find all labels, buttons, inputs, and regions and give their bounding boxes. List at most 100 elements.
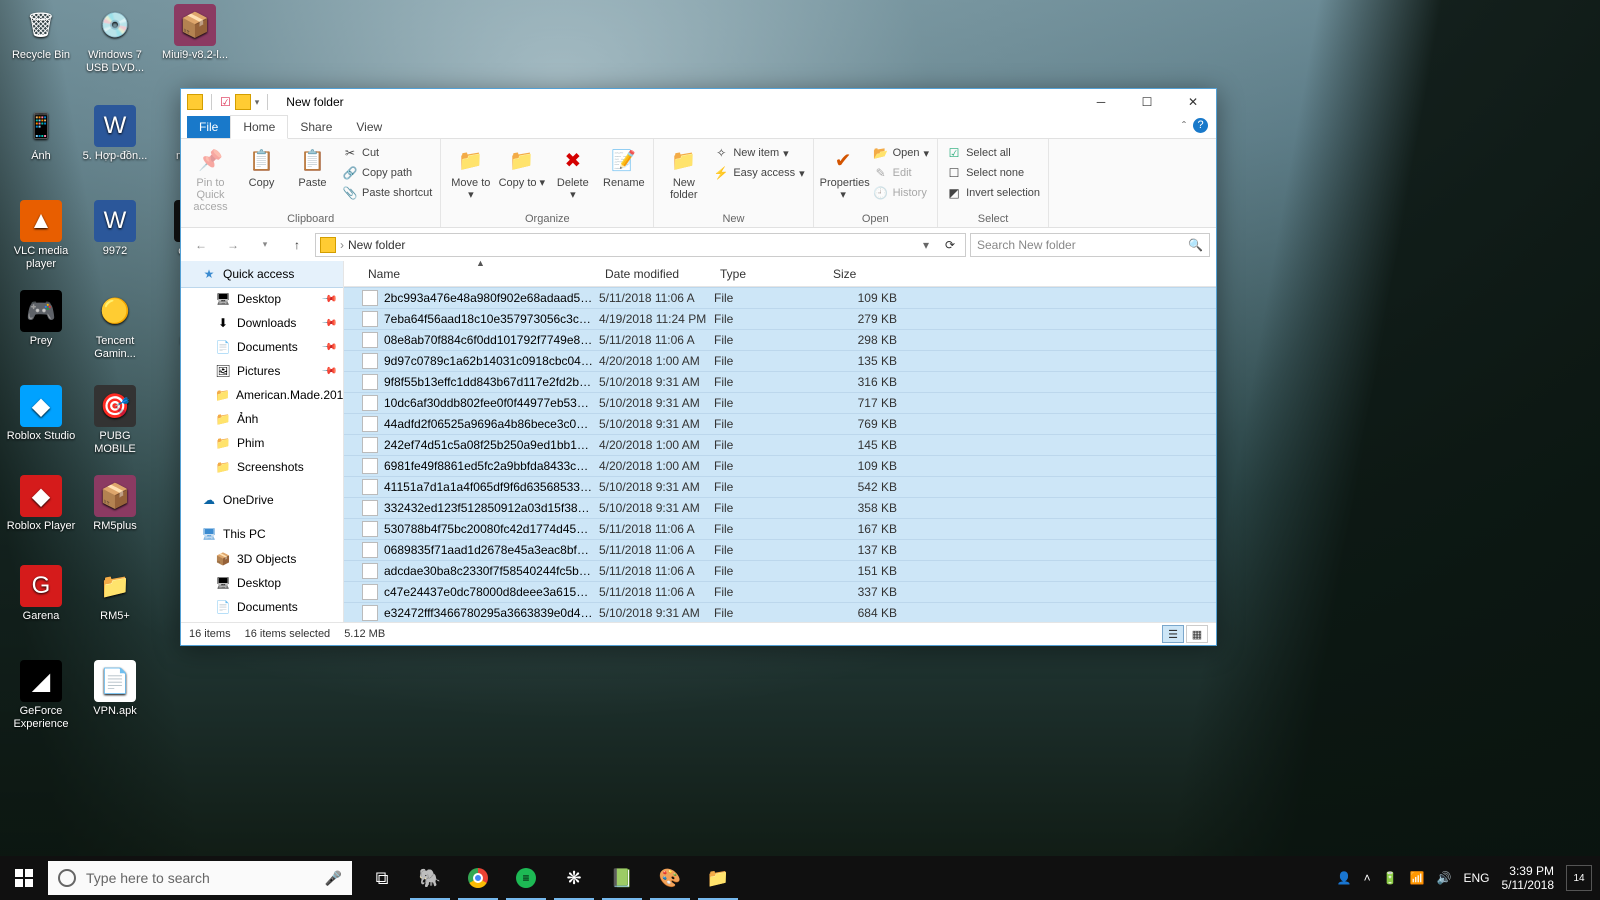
tab-view[interactable]: View [344, 116, 394, 138]
col-size[interactable]: Size [827, 267, 905, 281]
search-input[interactable]: Search New folder 🔍 [970, 233, 1210, 257]
table-row[interactable]: 2bc993a476e48a980f902e68adaad5ef8b...5/1… [344, 287, 1216, 308]
table-row[interactable]: 9f8f55b13effc1dd843b67d117e2fd2b1e8...5/… [344, 371, 1216, 392]
nav-item[interactable]: 📁Ảnh [181, 407, 343, 431]
edit-button[interactable]: ✎Edit [871, 164, 931, 182]
people-icon[interactable]: 👤 [1337, 871, 1352, 885]
delete-button[interactable]: ✖Delete▾ [549, 142, 596, 201]
taskbar-app-chrome[interactable] [454, 856, 502, 900]
nav-item[interactable]: 📦3D Objects [181, 547, 343, 571]
battery-icon[interactable]: 🔋 [1383, 871, 1398, 885]
refresh-icon[interactable]: ⟳ [939, 238, 961, 252]
table-row[interactable]: 44adfd2f06525a9696a4b86bece3c04e99...5/1… [344, 413, 1216, 434]
table-row[interactable]: 08e8ab70f884c6f0dd101792f7749e8c00a...5/… [344, 329, 1216, 350]
col-type[interactable]: Type [714, 267, 827, 281]
thumbnails-view-button[interactable]: ▦ [1186, 625, 1208, 643]
desktop-icon[interactable]: 🎮Prey [6, 290, 76, 348]
table-row[interactable]: 9d97c0789c1a62b14031c0918cbc04eaeb...4/2… [344, 350, 1216, 371]
tray-expand-icon[interactable]: ˄ [1364, 871, 1371, 885]
nav-quick-access[interactable]: ★Quick access [181, 261, 343, 287]
table-row[interactable]: adcdae30ba8c2330f7f58540244fc5bd684...5/… [344, 560, 1216, 581]
collapse-ribbon-icon[interactable]: ˆ [1182, 119, 1186, 133]
table-row[interactable]: 6981fe49f8861ed5fc2a9bbfda8433c94cc...4/… [344, 455, 1216, 476]
desktop-icon[interactable]: ▲VLC media player [6, 200, 76, 270]
history-button[interactable]: 🕘History [871, 184, 931, 202]
volume-icon[interactable]: 🔊 [1437, 871, 1452, 885]
table-row[interactable]: e32472fff3466780295a3663839e0d4cbaa...5/… [344, 602, 1216, 622]
nav-up-button[interactable]: ↑ [283, 231, 311, 259]
action-center-icon[interactable]: 14 [1566, 865, 1592, 891]
select-all-button[interactable]: ☑Select all [944, 144, 1042, 162]
taskbar-app-explorer[interactable]: 📁 [694, 856, 742, 900]
nav-item[interactable]: 📄Documents [181, 595, 343, 619]
language-indicator[interactable]: ENG [1463, 871, 1489, 885]
col-name[interactable]: Name [362, 267, 599, 281]
table-row[interactable]: 332432ed123f512850912a03d15f38a685...5/1… [344, 497, 1216, 518]
help-icon[interactable]: ? [1193, 118, 1208, 133]
qat-dropdown-icon[interactable]: ▾ [255, 97, 260, 108]
minimize-button[interactable]: ─ [1078, 89, 1124, 115]
nav-this-pc[interactable]: 🖥This PC [181, 521, 343, 547]
easy-access-button[interactable]: ⚡Easy access ▾ [711, 164, 806, 182]
desktop-icon[interactable]: W9972 [80, 200, 150, 258]
table-row[interactable]: 10dc6af30ddb802fee0f0f44977eb5341c0...5/… [344, 392, 1216, 413]
nav-item[interactable]: ⬇Downloads📌 [181, 311, 343, 335]
file-list[interactable]: 2bc993a476e48a980f902e68adaad5ef8b...5/1… [344, 287, 1216, 622]
taskbar-app-paint[interactable]: 🎨 [646, 856, 694, 900]
desktop-icon[interactable]: 📦RM5plus [80, 475, 150, 533]
select-none-button[interactable]: ☐Select none [944, 164, 1042, 182]
nav-item[interactable]: 📁American.Made.201 [181, 383, 343, 407]
taskbar-app-slack[interactable]: ❋ [550, 856, 598, 900]
desktop-icon[interactable]: 📁RM5+ [80, 565, 150, 623]
copy-button[interactable]: 📋Copy [238, 142, 285, 189]
details-view-button[interactable]: ☰ [1162, 625, 1184, 643]
pin-quick-access-button[interactable]: 📌Pin to Quick access [187, 142, 234, 213]
taskbar-app-evernote[interactable]: 🐘 [406, 856, 454, 900]
taskbar-app-evernote2[interactable]: 📗 [598, 856, 646, 900]
move-to-button[interactable]: 📁Move to ▾ [447, 142, 494, 201]
table-row[interactable]: 0689835f71aad1d2678e45a3eac8bfe447...5/1… [344, 539, 1216, 560]
task-view-button[interactable]: ⧉ [358, 856, 406, 900]
tab-home[interactable]: Home [230, 115, 288, 139]
qat-checkbox-icon[interactable]: ☑ [220, 95, 231, 109]
wifi-icon[interactable]: 📶 [1410, 871, 1425, 885]
taskbar-search[interactable]: Type here to search 🎤 [48, 861, 352, 895]
desktop-icon[interactable]: 🎯PUBG MOBILE [80, 385, 150, 455]
nav-item[interactable]: 📄Documents📌 [181, 335, 343, 359]
tab-share[interactable]: Share [288, 116, 344, 138]
address-dropdown-icon[interactable]: ▾ [917, 238, 935, 252]
close-button[interactable]: ✕ [1170, 89, 1216, 115]
clock[interactable]: 3:39 PM 5/11/2018 [1502, 864, 1555, 893]
nav-item[interactable]: 🖥Desktop📌 [181, 287, 343, 311]
new-folder-button[interactable]: 📁New folder [660, 142, 707, 201]
paste-button[interactable]: 📋Paste [289, 142, 336, 189]
properties-button[interactable]: ✔Properties▾ [820, 142, 867, 201]
desktop-icon[interactable]: 📱Ảnh [6, 105, 76, 163]
nav-item[interactable]: 🖥Desktop [181, 571, 343, 595]
desktop-icon[interactable]: 🟡Tencent Gamin... [80, 290, 150, 360]
nav-item[interactable]: 🖼Pictures📌 [181, 359, 343, 383]
nav-item[interactable]: 📁Screenshots [181, 455, 343, 479]
desktop-icon[interactable]: ◆Roblox Studio [6, 385, 76, 443]
nav-history-dropdown[interactable]: ▾ [251, 231, 279, 259]
table-row[interactable]: 7eba64f56aad18c10e357973056c3caf6ef...4/… [344, 308, 1216, 329]
copy-path-button[interactable]: 🔗Copy path [340, 164, 434, 182]
tab-file[interactable]: File [187, 116, 230, 138]
breadcrumb[interactable]: New folder [348, 238, 405, 252]
desktop-icon[interactable]: 🗑Recycle Bin [6, 4, 76, 62]
taskbar-app-spotify[interactable]: ≡ [502, 856, 550, 900]
desktop-icon[interactable]: ◢GeForce Experience [6, 660, 76, 730]
nav-pane[interactable]: ★Quick access 🖥Desktop📌⬇Downloads📌📄Docum… [181, 261, 344, 622]
address-bar[interactable]: › New folder ▾ ⟳ [315, 233, 966, 257]
table-row[interactable]: 242ef74d51c5a08f25b250a9ed1bb19414...4/2… [344, 434, 1216, 455]
nav-back-button[interactable]: ← [187, 231, 215, 259]
table-row[interactable]: c47e24437e0dc78000d8deee3a615a1d5...5/11… [344, 581, 1216, 602]
new-item-button[interactable]: ✧New item ▾ [711, 144, 806, 162]
desktop-icon[interactable]: 📄VPN.apk [80, 660, 150, 718]
start-button[interactable] [0, 856, 48, 900]
copy-to-button[interactable]: 📁Copy to ▾ [498, 142, 545, 189]
desktop-icon[interactable]: GGarena [6, 565, 76, 623]
table-row[interactable]: 41151a7d1a1a4f065df9f6d63568533c483...5/… [344, 476, 1216, 497]
nav-item[interactable]: 📁Phim [181, 431, 343, 455]
desktop-icon[interactable]: 📦Miui9-v8.2-l... [160, 4, 230, 62]
